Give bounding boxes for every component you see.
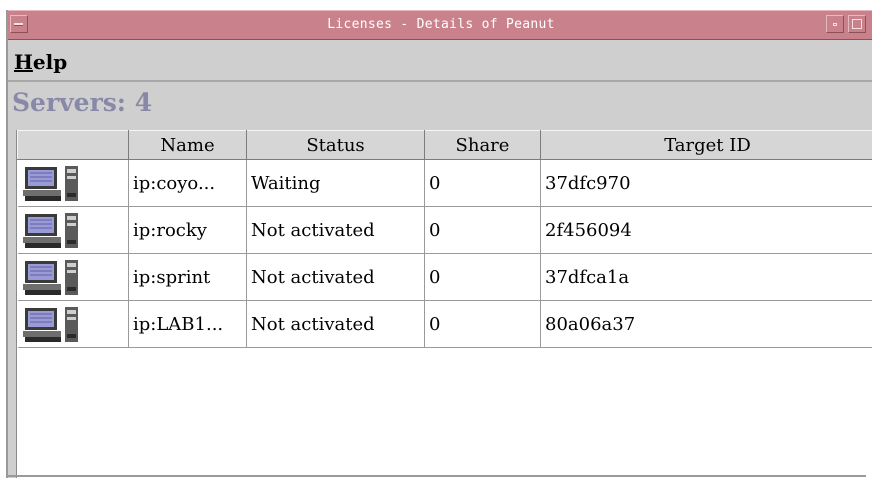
- window-title: Licenses - Details of Peanut: [327, 17, 555, 32]
- row-share: 0: [424, 159, 541, 207]
- table-row[interactable]: ip:coyo... Waiting 0 37dfc970: [17, 159, 872, 207]
- row-target-id: 2f456094: [540, 206, 872, 254]
- row-name: ip:sprint: [128, 253, 247, 301]
- servers-table: Name Status Share Target ID ip:coyo... W…: [17, 130, 872, 348]
- server-computer-icon: [21, 164, 82, 202]
- row-share: 0: [424, 253, 541, 301]
- row-share: 0: [424, 300, 541, 348]
- server-computer-icon: [21, 258, 82, 296]
- row-status: Not activated: [246, 206, 425, 254]
- maximize-button[interactable]: [848, 15, 866, 33]
- row-name: ip:LAB1...: [128, 300, 247, 348]
- table-header-row: Name Status Share Target ID: [17, 130, 872, 160]
- license-details-window: Licenses - Details of Peanut Help Server…: [6, 10, 872, 478]
- help-menu[interactable]: Help: [14, 50, 67, 74]
- table-row[interactable]: ip:LAB1... Not activated 0 80a06a37: [17, 300, 872, 348]
- minimize-button[interactable]: [826, 15, 844, 33]
- title-bar[interactable]: Licenses - Details of Peanut: [8, 10, 872, 40]
- table-row[interactable]: ip:rocky Not activated 0 2f456094: [17, 206, 872, 254]
- column-header-target-id[interactable]: Target ID: [540, 130, 872, 160]
- row-name: ip:coyo...: [128, 159, 247, 207]
- help-menu-mnemonic: H: [14, 50, 33, 74]
- row-status: Waiting: [246, 159, 425, 207]
- row-status: Not activated: [246, 253, 425, 301]
- server-computer-icon: [21, 305, 82, 343]
- servers-table-container: Name Status Share Target ID ip:coyo... W…: [16, 130, 872, 478]
- row-icon-cell: [17, 253, 129, 301]
- row-target-id: 80a06a37: [540, 300, 872, 348]
- table-row[interactable]: ip:sprint Not activated 0 37dfca1a: [17, 253, 872, 301]
- menu-bar: Help: [8, 40, 872, 82]
- column-header-icon[interactable]: [17, 130, 129, 160]
- row-target-id: 37dfca1a: [540, 253, 872, 301]
- server-computer-icon: [21, 211, 82, 249]
- servers-count-label: Servers: 4: [12, 88, 153, 117]
- row-icon-cell: [17, 206, 129, 254]
- column-header-name[interactable]: Name: [128, 130, 247, 160]
- row-target-id: 37dfc970: [540, 159, 872, 207]
- column-header-share[interactable]: Share: [424, 130, 541, 160]
- column-header-status[interactable]: Status: [246, 130, 425, 160]
- row-icon-cell: [17, 159, 129, 207]
- help-menu-label: elp: [32, 50, 68, 74]
- row-status: Not activated: [246, 300, 425, 348]
- row-name: ip:rocky: [128, 206, 247, 254]
- row-icon-cell: [17, 300, 129, 348]
- row-share: 0: [424, 206, 541, 254]
- window-bottom-edge: [8, 475, 866, 477]
